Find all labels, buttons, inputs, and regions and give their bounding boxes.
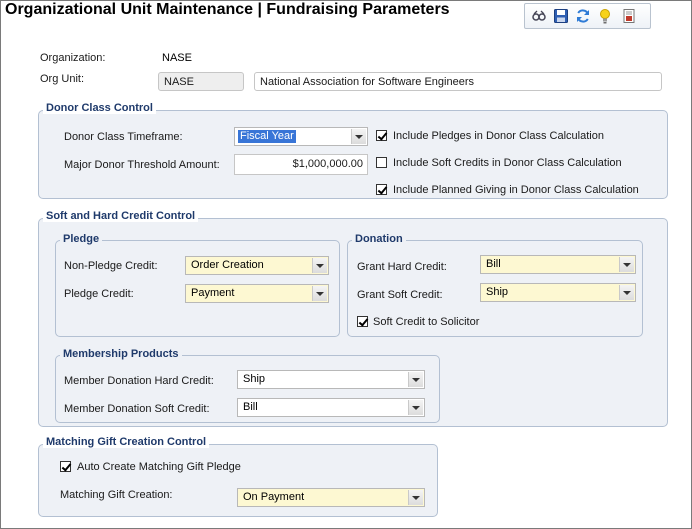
- grant-soft-credit-select[interactable]: Ship: [480, 283, 636, 302]
- chevron-down-icon[interactable]: [408, 372, 423, 387]
- include-soft-credits-label: Include Soft Credits in Donor Class Calc…: [393, 157, 622, 169]
- matching-gift-creation-label: Matching Gift Creation:: [60, 489, 173, 501]
- chevron-down-icon[interactable]: [351, 129, 366, 144]
- org-unit-name-field: National Association for Software Engine…: [254, 72, 662, 91]
- report-icon[interactable]: [621, 8, 637, 24]
- soft-credit-to-solicitor-checkbox[interactable]: [357, 316, 368, 327]
- page-title: Organizational Unit Maintenance | Fundra…: [5, 1, 450, 18]
- grant-hard-credit-select[interactable]: Bill: [480, 255, 636, 274]
- pledge-credit-select[interactable]: Payment: [185, 284, 329, 303]
- pledge-credit-value: Payment: [191, 287, 235, 299]
- lightbulb-icon[interactable]: [597, 8, 613, 24]
- member-donation-soft-credit-value: Bill: [243, 401, 258, 413]
- toolbar: [524, 3, 651, 29]
- pledge-credit-label: Pledge Credit:: [64, 288, 134, 300]
- include-pledges-label: Include Pledges in Donor Class Calculati…: [393, 130, 604, 142]
- member-donation-soft-credit-label: Member Donation Soft Credit:: [64, 403, 210, 415]
- chevron-down-icon[interactable]: [619, 285, 634, 300]
- non-pledge-credit-label: Non-Pledge Credit:: [64, 260, 158, 272]
- auto-create-matching-gift-checkbox[interactable]: [60, 461, 71, 472]
- include-soft-credits-checkbox[interactable]: [376, 157, 387, 168]
- matching-gift-creation-value: On Payment: [243, 491, 305, 503]
- major-donor-threshold-input[interactable]: $1,000,000.00: [234, 154, 368, 175]
- member-donation-hard-credit-select[interactable]: Ship: [237, 370, 425, 389]
- donation-title: Donation: [352, 233, 406, 245]
- grant-soft-credit-label: Grant Soft Credit:: [357, 289, 443, 301]
- member-donation-hard-credit-label: Member Donation Hard Credit:: [64, 375, 214, 387]
- grant-soft-credit-value: Ship: [486, 286, 509, 298]
- chevron-down-icon[interactable]: [312, 258, 327, 273]
- non-pledge-credit-select[interactable]: Order Creation: [185, 256, 329, 275]
- donor-class-timeframe-select[interactable]: Fiscal Year: [234, 127, 368, 146]
- donor-class-timeframe-value: Fiscal Year: [238, 130, 296, 143]
- include-pledges-checkbox[interactable]: [376, 130, 387, 141]
- chevron-down-icon[interactable]: [312, 286, 327, 301]
- matching-gift-title: Matching Gift Creation Control: [43, 436, 210, 448]
- donor-class-title: Donor Class Control: [43, 102, 156, 114]
- include-planned-giving-label: Include Planned Giving in Donor Class Ca…: [393, 184, 639, 196]
- grant-hard-credit-label: Grant Hard Credit:: [357, 261, 447, 273]
- major-donor-threshold-label: Major Donor Threshold Amount:: [64, 159, 220, 171]
- member-donation-soft-credit-select[interactable]: Bill: [237, 398, 425, 417]
- pledge-title: Pledge: [60, 233, 103, 245]
- credit-control-title: Soft and Hard Credit Control: [43, 210, 199, 222]
- auto-create-matching-gift-label: Auto Create Matching Gift Pledge: [77, 461, 241, 473]
- member-donation-hard-credit-value: Ship: [243, 373, 266, 385]
- refresh-icon[interactable]: [575, 8, 591, 24]
- org-unit-label: Org Unit:: [40, 73, 85, 85]
- chevron-down-icon[interactable]: [408, 400, 423, 415]
- chevron-down-icon[interactable]: [619, 257, 634, 272]
- non-pledge-credit-value: Order Creation: [191, 259, 264, 271]
- chevron-down-icon[interactable]: [408, 490, 423, 505]
- soft-credit-to-solicitor-label: Soft Credit to Solicitor: [373, 316, 480, 328]
- organization-value: NASE: [162, 52, 192, 64]
- save-icon[interactable]: [553, 8, 569, 24]
- matching-gift-creation-select[interactable]: On Payment: [237, 488, 425, 507]
- donor-class-timeframe-label: Donor Class Timeframe:: [64, 131, 183, 143]
- organization-label: Organization:: [40, 52, 106, 64]
- org-unit-code-field: NASE: [158, 72, 244, 91]
- search-icon[interactable]: [531, 8, 547, 24]
- grant-hard-credit-value: Bill: [486, 258, 501, 270]
- include-planned-giving-checkbox[interactable]: [376, 184, 387, 195]
- membership-products-title: Membership Products: [60, 348, 182, 360]
